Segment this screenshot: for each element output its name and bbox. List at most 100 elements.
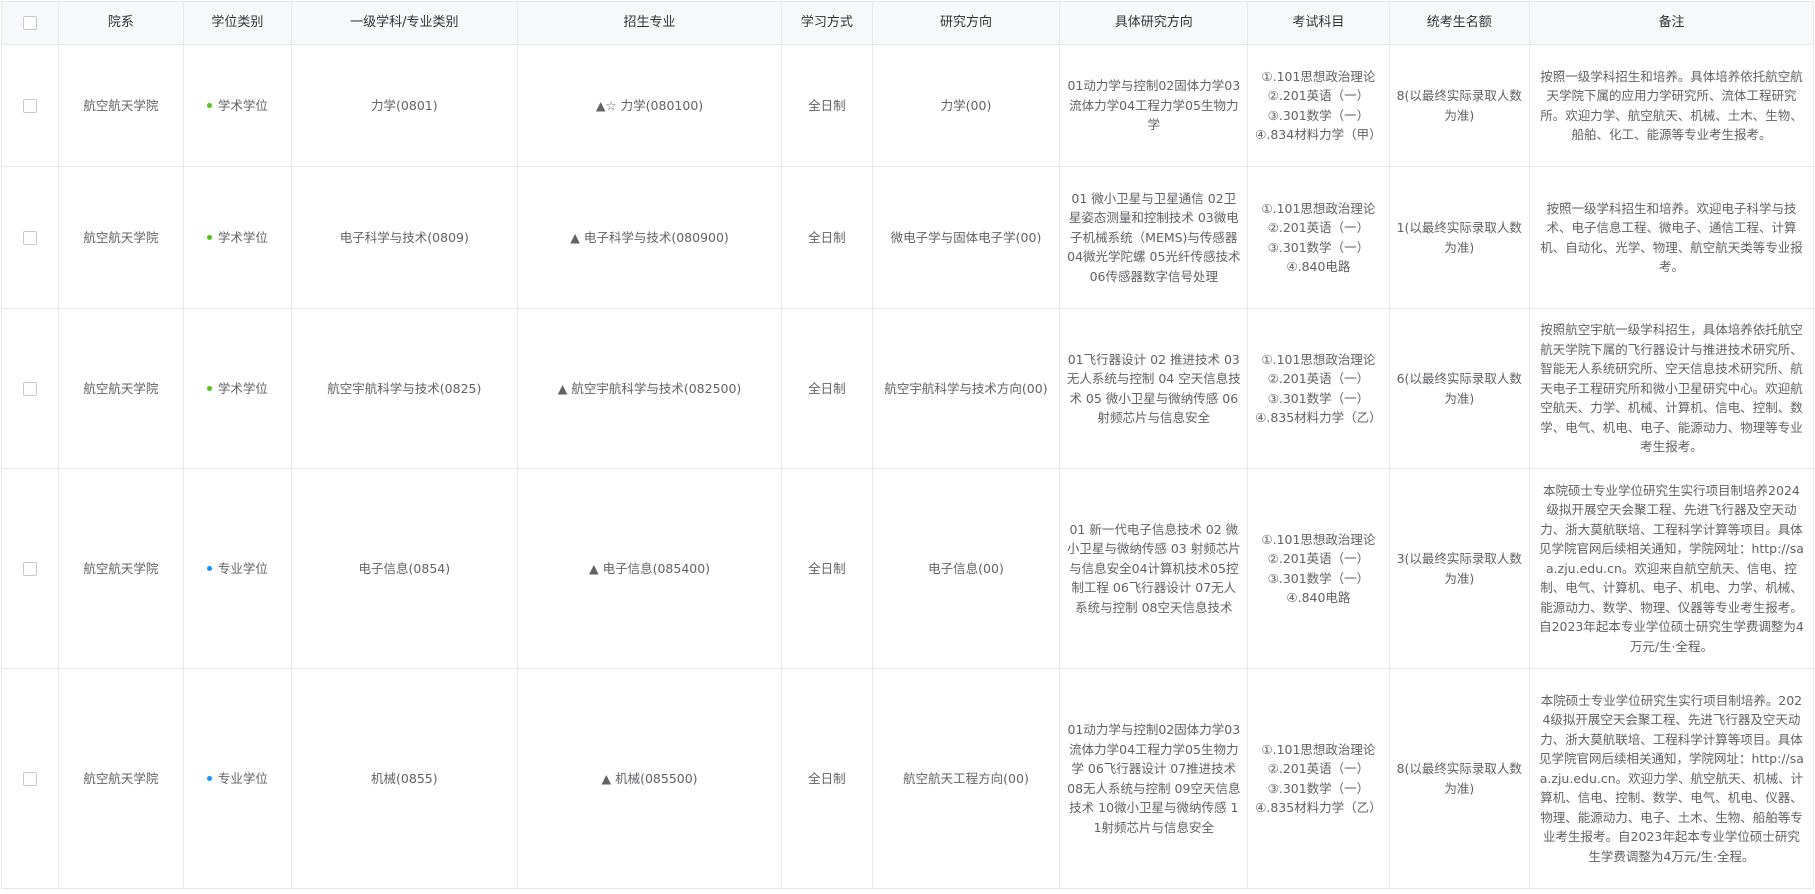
row-select-cell[interactable] xyxy=(1,44,59,167)
table-header-row: 院系 学位类别 一级学科/专业类别 招生专业 学习方式 研究方向 具体研究方向 … xyxy=(1,1,1815,45)
degree-type-dot-icon xyxy=(206,775,212,781)
exam-subject: ④.840电路 xyxy=(1286,259,1351,274)
degree-type-cell: 学术学位 xyxy=(183,308,292,469)
note-cell: 按照航空宇航一级学科招生，具体培养依托航空航天学院下属的飞行器设计与推进技术研究… xyxy=(1528,308,1815,469)
quota-cell: 1(以最终实际录取人数为准) xyxy=(1388,166,1530,309)
row-checkbox[interactable] xyxy=(22,562,37,577)
degree-type-label: 专业学位 xyxy=(217,770,268,786)
exam-subject: ①.101思想政治理论 xyxy=(1261,200,1376,216)
exam-subject: ②.201英语（一） xyxy=(1267,220,1370,235)
specific-direction-cell: 01 新一代电子信息技术 02 微小卫星与微纳传感 03 射频芯片与信息安全04… xyxy=(1059,468,1249,669)
degree-type-cell: 学术学位 xyxy=(183,44,292,167)
exam-subject: ③.301数学（一） xyxy=(1267,780,1370,796)
degree-type-cell: 专业学位 xyxy=(183,468,292,669)
direction-cell: 力学(00) xyxy=(871,44,1061,167)
study-mode-cell: 全日制 xyxy=(781,166,873,309)
exam-subject: ②.201英语（一） xyxy=(1267,551,1370,566)
row-select-cell[interactable] xyxy=(1,308,59,469)
exam-subject: ①.101思想政治理论 xyxy=(1261,351,1376,367)
header-quota[interactable]: 统考生名额 xyxy=(1388,1,1530,45)
exam-subject: ③.301数学（一） xyxy=(1267,570,1370,586)
discipline-cell: 航空宇航科学与技术(0825) xyxy=(290,308,518,469)
dept-cell: 航空航天学院 xyxy=(57,166,185,309)
quota-cell: 8(以最终实际录取人数为准) xyxy=(1388,44,1530,167)
row-checkbox[interactable] xyxy=(22,231,37,246)
study-mode-cell: 全日制 xyxy=(781,668,873,889)
dept-cell: 航空航天学院 xyxy=(57,668,185,889)
exam-subject: ③.301数学（一） xyxy=(1267,107,1370,123)
select-all-checkbox[interactable] xyxy=(22,15,37,30)
major-cell: ▲☆ 力学(080100) xyxy=(516,44,783,167)
discipline-cell: 机械(0855) xyxy=(290,668,518,889)
degree-type-dot-icon xyxy=(206,102,212,108)
exam-subjects-cell: ①.101思想政治理论 ②.201英语（一） ③.301数学（一） ④.835材料力学… xyxy=(1247,308,1390,469)
specific-direction-cell: 01 微小卫星与卫星通信 02卫星姿态测量和控制技术 03微电子机械系统（MEM… xyxy=(1059,166,1249,309)
exam-subjects-cell: ①.101思想政治理论 ②.201英语（一） ③.301数学（一） ④.835材料力学… xyxy=(1247,668,1390,889)
exam-subject: ④.840电路 xyxy=(1286,590,1351,605)
row-select-cell[interactable] xyxy=(1,668,59,889)
exam-subject: ③.301数学（一） xyxy=(1267,239,1370,255)
specific-direction-cell: 01动力学与控制02固体力学03流体力学04工程力学05生物力学 xyxy=(1059,44,1249,167)
specific-direction-cell: 01动力学与控制02固体力学03流体力学04工程力学05生物力学 06飞行器设计… xyxy=(1059,668,1249,889)
table-row[interactable]: 航空航天学院 学术学位 航空宇航科学与技术(0825) ▲ 航空宇航科学与技术(082… xyxy=(1,308,1815,469)
note-cell: 按照一级学科招生和培养。具体培养依托航空航天学院下属的应用力学研究所、流体工程研… xyxy=(1528,44,1815,167)
header-notes[interactable]: 备注 xyxy=(1528,1,1815,45)
row-checkbox[interactable] xyxy=(22,99,37,114)
note-cell: 本院硕士专业学位研究生实行项目制培养。2024级拟开展空天会聚工程、先进飞行器及… xyxy=(1528,668,1815,889)
direction-cell: 航空宇航科学与技术方向(00) xyxy=(871,308,1061,469)
exam-subject: ②.201英语（一） xyxy=(1267,761,1370,776)
degree-type-label: 学术学位 xyxy=(217,229,268,245)
quota-cell: 8(以最终实际录取人数为准) xyxy=(1388,668,1530,889)
note-cell: 本院硕士专业学位研究生实行项目制培养2024级拟开展空天会聚工程、先进飞行器及空… xyxy=(1528,468,1815,669)
table-row[interactable]: 航空航天学院 专业学位 机械(0855) ▲ 机械(085500) 全日制 航空航天工程方… xyxy=(1,668,1815,889)
row-checkbox[interactable] xyxy=(22,772,37,787)
header-discipline[interactable]: 一级学科/专业类别 xyxy=(290,1,518,45)
degree-type-dot-icon xyxy=(206,234,212,240)
header-study-mode[interactable]: 学习方式 xyxy=(781,1,873,45)
exam-subjects-cell: ①.101思想政治理论 ②.201英语（一） ③.301数学（一） ④.834材料力学… xyxy=(1247,44,1390,167)
degree-type-dot-icon xyxy=(206,385,212,391)
exam-subject: ②.201英语（一） xyxy=(1267,88,1370,103)
exam-subject: ①.101思想政治理论 xyxy=(1261,531,1376,547)
major-cell: ▲ 电子科学与技术(080900) xyxy=(516,166,783,309)
row-checkbox[interactable] xyxy=(22,382,37,397)
table-row[interactable]: 航空航天学院 学术学位 力学(0801) ▲☆ 力学(080100) 全日制 力学(00)… xyxy=(1,44,1815,167)
major-cell: ▲ 航空宇航科学与技术(082500) xyxy=(516,308,783,469)
degree-type-dot-icon xyxy=(206,565,212,571)
quota-cell: 3(以最终实际录取人数为准) xyxy=(1388,468,1530,669)
degree-type-label: 学术学位 xyxy=(217,380,268,396)
header-dept[interactable]: 院系 xyxy=(57,1,185,45)
exam-subject: ③.301数学（一） xyxy=(1267,390,1370,406)
discipline-cell: 电子信息(0854) xyxy=(290,468,518,669)
admissions-table: 院系 学位类别 一级学科/专业类别 招生专业 学习方式 研究方向 具体研究方向 … xyxy=(1,1,1815,889)
header-major[interactable]: 招生专业 xyxy=(516,1,783,45)
header-specific-direction[interactable]: 具体研究方向 xyxy=(1059,1,1249,45)
select-all-cell[interactable] xyxy=(1,1,59,45)
discipline-cell: 电子科学与技术(0809) xyxy=(290,166,518,309)
row-select-cell[interactable] xyxy=(1,468,59,669)
direction-cell: 航空航天工程方向(00) xyxy=(871,668,1061,889)
header-degree-type[interactable]: 学位类别 xyxy=(183,1,292,45)
degree-type-cell: 专业学位 xyxy=(183,668,292,889)
quota-cell: 6(以最终实际录取人数为准) xyxy=(1388,308,1530,469)
row-select-cell[interactable] xyxy=(1,166,59,309)
exam-subjects-cell: ①.101思想政治理论 ②.201英语（一） ③.301数学（一） ④.840电路 xyxy=(1247,468,1390,669)
header-exam-subjects[interactable]: 考试科目 xyxy=(1247,1,1390,45)
table-row[interactable]: 航空航天学院 学术学位 电子科学与技术(0809) ▲ 电子科学与技术(080900)… xyxy=(1,166,1815,309)
direction-cell: 微电子学与固体电子学(00) xyxy=(871,166,1061,309)
exam-subjects-cell: ①.101思想政治理论 ②.201英语（一） ③.301数学（一） ④.840电路 xyxy=(1247,166,1390,309)
dept-cell: 航空航天学院 xyxy=(57,468,185,669)
exam-subject: ④.835材料力学（乙） xyxy=(1255,800,1382,815)
discipline-cell: 力学(0801) xyxy=(290,44,518,167)
degree-type-label: 学术学位 xyxy=(217,97,268,113)
table-row[interactable]: 航空航天学院 专业学位 电子信息(0854) ▲ 电子信息(085400) 全日制 电子信… xyxy=(1,468,1815,669)
specific-direction-cell: 01飞行器设计 02 推进技术 03无人系统与控制 04 空天信息技术 05 微… xyxy=(1059,308,1249,469)
direction-cell: 电子信息(00) xyxy=(871,468,1061,669)
exam-subject: ①.101思想政治理论 xyxy=(1261,741,1376,757)
header-direction[interactable]: 研究方向 xyxy=(871,1,1061,45)
dept-cell: 航空航天学院 xyxy=(57,308,185,469)
study-mode-cell: 全日制 xyxy=(781,44,873,167)
degree-type-cell: 学术学位 xyxy=(183,166,292,309)
dept-cell: 航空航天学院 xyxy=(57,44,185,167)
degree-type-label: 专业学位 xyxy=(217,560,268,576)
